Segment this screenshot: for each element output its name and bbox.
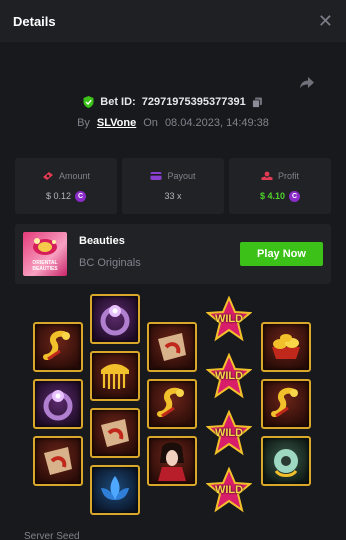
payout-label: Payout <box>167 171 196 181</box>
bet-id-value: 72971975395377391 <box>141 96 246 108</box>
amount-icon <box>42 171 53 180</box>
copy-icon[interactable] <box>251 97 263 108</box>
game-provider: BC Originals <box>79 257 141 269</box>
payout-value: 33 x <box>164 191 182 201</box>
profit-value: $ 4.10 <box>259 191 286 201</box>
golden-snake-symbol-icon <box>261 379 311 429</box>
blue-lotus-symbol-icon <box>90 465 140 515</box>
red-fan-symbol-icon <box>90 408 140 458</box>
stat-amount: Amount $ 0.12 C <box>15 158 117 214</box>
golden-snake-symbol-icon <box>147 379 197 429</box>
gold-ingots-symbol-icon <box>261 322 311 372</box>
modal-header: Details ✕ <box>0 0 346 42</box>
game-card: ORIENTAL BEAUTIES Beauties BC Originals … <box>15 224 331 284</box>
wild-label: WILD <box>214 313 244 325</box>
bet-datetime: 08.04.2023, 14:49:38 <box>164 117 269 129</box>
bet-id-label: Bet ID: <box>100 96 136 108</box>
jade-pendant-symbol-icon <box>261 436 311 486</box>
red-fan-symbol-icon <box>147 322 197 372</box>
profit-icon <box>261 171 273 180</box>
currency-coin-icon: C <box>289 190 301 202</box>
bet-id-row: Bet ID: 72971975395377391 <box>0 96 346 108</box>
amount-value: $ 0.12 <box>45 191 72 201</box>
profit-label: Profit <box>277 170 299 181</box>
close-icon[interactable]: ✕ <box>318 12 333 30</box>
game-thumbnail[interactable]: ORIENTAL BEAUTIES <box>23 232 67 276</box>
stat-profit: Profit $ 4.10 C <box>229 158 331 214</box>
play-now-button[interactable]: Play Now <box>240 242 323 266</box>
golden-comb-symbol-icon <box>90 351 140 401</box>
user-link[interactable]: SLVone <box>97 117 136 129</box>
verified-shield-icon <box>83 96 94 108</box>
golden-snake-symbol-icon <box>33 322 83 372</box>
bet-meta-row: By SLVone On 08.04.2023, 14:49:38 <box>0 117 346 129</box>
amount-label: Amount <box>58 170 91 181</box>
share-icon[interactable] <box>298 74 316 92</box>
red-fan-symbol-icon <box>33 436 83 486</box>
beauty-portrait-symbol-icon <box>147 436 197 486</box>
game-thumbnail-text: ORIENTAL BEAUTIES <box>32 260 58 272</box>
payout-icon <box>150 172 162 180</box>
game-name: Beauties <box>79 235 125 247</box>
bet-stats: Amount $ 0.12 C Payout 33 x Profit $ 4.1… <box>15 158 331 214</box>
modal-title: Details <box>13 13 56 29</box>
wild-label: WILD <box>214 370 244 382</box>
wild-label: WILD <box>214 484 244 496</box>
wild-label: WILD <box>214 427 244 439</box>
by-label: By <box>77 117 90 129</box>
stat-payout: Payout 33 x <box>122 158 224 214</box>
jade-ring-symbol-icon <box>33 379 83 429</box>
slot-reels: WILD WILD WILD WILD <box>0 290 346 520</box>
server-seed-label: Server Seed <box>24 531 80 540</box>
currency-coin-icon: C <box>75 190 87 202</box>
on-label: On <box>143 117 158 129</box>
jade-ring-symbol-icon <box>90 294 140 344</box>
